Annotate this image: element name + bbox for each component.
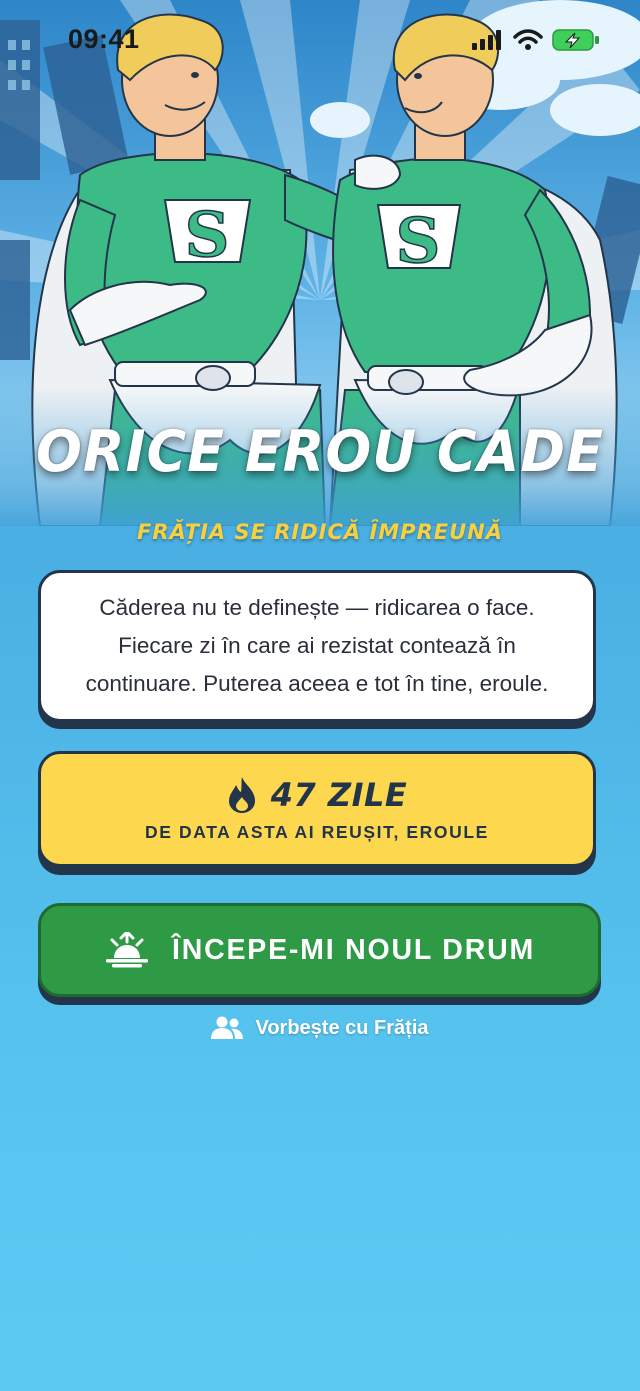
svg-text:S: S <box>185 198 230 271</box>
hero-subtitle: FRĂȚIA SE RIDICĂ ÎMPREUNĂ <box>137 520 503 544</box>
start-new-path-button[interactable]: ÎNCEPE-MI NOUL DRUM <box>38 903 601 997</box>
hero-title: ORICE EROU CADE <box>35 418 605 485</box>
talk-to-brotherhood-label: Vorbește cu Frăția <box>255 1016 429 1039</box>
streak-card: 47 ZILE DE DATA ASTA AI REUȘIT, EROULE <box>38 751 596 867</box>
start-new-path-label: ÎNCEPE-MI NOUL DRUM <box>171 933 535 966</box>
streak-count: 47 ZILE <box>270 776 408 814</box>
wifi-icon <box>513 29 543 50</box>
status-bar-icons <box>472 28 600 52</box>
status-bar-time: 09:41 <box>68 24 140 54</box>
quote-text: Căderea nu te definește — ridicarea o fa… <box>85 595 549 696</box>
streak-subtitle: DE DATA ASTA AI REUȘIT, EROULE <box>145 822 489 842</box>
quote-card: Căderea nu te definește — ridicarea o fa… <box>38 570 596 722</box>
users-icon <box>211 1016 244 1039</box>
battery-charging-icon <box>552 29 599 51</box>
sunrise-icon <box>105 932 148 968</box>
streak-header: 47 ZILE <box>41 776 593 814</box>
cellular-signal-icon <box>472 30 501 50</box>
flame-icon <box>228 777 255 813</box>
talk-to-brotherhood-link[interactable]: Vorbește cu Frăția <box>0 1016 640 1040</box>
svg-text:S: S <box>396 204 441 277</box>
